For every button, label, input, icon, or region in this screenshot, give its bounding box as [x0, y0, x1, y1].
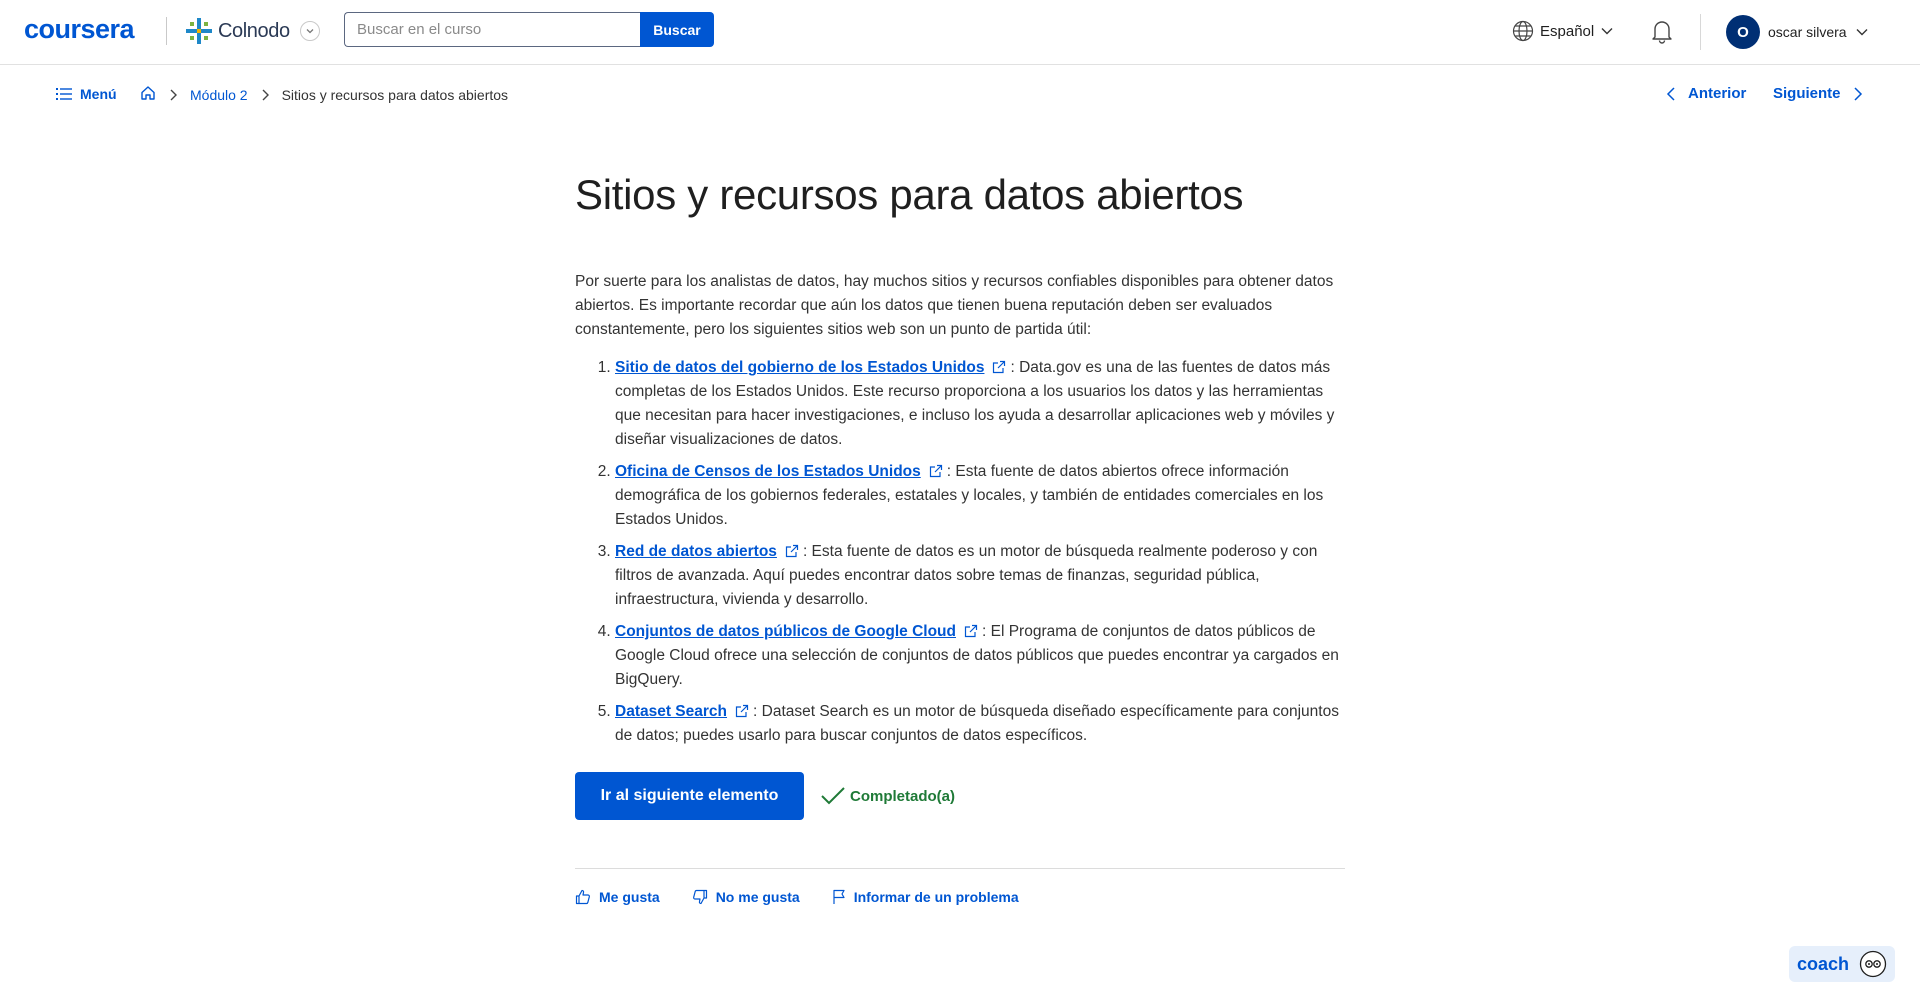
- sub-navigation: Menú Módulo 2 Sitios y recursos para dat…: [0, 64, 1920, 124]
- resource-list: Sitio de datos del gobierno de los Estad…: [575, 356, 1350, 748]
- list-item: Sitio de datos del gobierno de los Estad…: [615, 356, 1350, 452]
- home-icon[interactable]: [140, 85, 156, 104]
- chevron-right-icon: [260, 88, 270, 102]
- chevron-down-icon[interactable]: [299, 21, 320, 41]
- coach-label: coach: [1797, 953, 1850, 974]
- external-link-icon[interactable]: [929, 464, 943, 478]
- user-name: oscar silvera: [1768, 24, 1847, 40]
- like-label: Me gusta: [599, 889, 660, 906]
- next-label: Siguiente: [1773, 85, 1841, 102]
- item-actions: Ir al siguiente elemento Completado(a): [575, 772, 1350, 821]
- menu-label: Menú: [80, 86, 117, 102]
- external-link-icon[interactable]: [785, 544, 799, 558]
- feedback-bar: Me gusta No me gusta Informar de un prob…: [575, 889, 1350, 905]
- dislike-label: No me gusta: [715, 889, 800, 906]
- language-label: Español: [1540, 22, 1595, 40]
- breadcrumb: Módulo 2 Sitios y recursos para datos ab…: [140, 85, 508, 104]
- go-to-next-item-button[interactable]: Ir al siguiente elemento: [575, 772, 804, 821]
- notifications-bell-icon[interactable]: [1650, 18, 1674, 49]
- thumbs-down-icon: [692, 890, 707, 905]
- user-menu[interactable]: O oscar silvera: [1726, 15, 1869, 49]
- globe-icon: [1512, 20, 1534, 42]
- dislike-button[interactable]: No me gusta: [692, 889, 800, 905]
- external-link-icon[interactable]: [964, 624, 978, 638]
- search-button[interactable]: Buscar: [640, 12, 714, 47]
- list-item: Conjuntos de datos públicos de Google Cl…: [615, 620, 1350, 692]
- chevron-left-icon: [1666, 86, 1675, 101]
- list-item: Oficina de Censos de los Estados Unidos:…: [615, 460, 1350, 532]
- flag-icon: [833, 890, 845, 905]
- intro-paragraph: Por suerte para los analistas de datos, …: [575, 273, 1334, 339]
- resource-link-data-gov[interactable]: Sitio de datos del gobierno de los Estad…: [615, 359, 984, 376]
- coach-button[interactable]: coach: [1789, 946, 1895, 982]
- resource-link-census[interactable]: Oficina de Censos de los Estados Unidos: [615, 463, 921, 480]
- previous-item-link[interactable]: Anterior: [1666, 85, 1746, 102]
- report-problem-button[interactable]: Informar de un problema: [832, 889, 1019, 905]
- chevron-right-icon: [1853, 86, 1862, 101]
- chevron-right-icon: [168, 88, 178, 102]
- language-selector[interactable]: Español: [1512, 20, 1620, 42]
- list-item: Dataset Search: Dataset Search es un mot…: [615, 700, 1350, 748]
- breadcrumb-current: Sitios y recursos para datos abiertos: [281, 86, 509, 103]
- search-input[interactable]: [344, 12, 640, 47]
- next-item-link[interactable]: Siguiente: [1773, 85, 1863, 102]
- top-header: coursera Colnodo Buscar Español: [0, 0, 1920, 65]
- list-menu-icon: [56, 88, 72, 100]
- completed-label: Completado(a): [850, 787, 955, 805]
- partner-name: Colnodo: [218, 19, 290, 42]
- header-divider: [1700, 14, 1701, 50]
- divider: [575, 868, 1345, 870]
- partner-switcher[interactable]: Colnodo: [184, 16, 320, 46]
- coursera-logo[interactable]: coursera: [24, 14, 135, 45]
- completed-status: Completado(a): [820, 785, 955, 807]
- course-search: Buscar: [344, 12, 714, 47]
- checkmark-icon: [821, 787, 845, 805]
- breadcrumb-module-link[interactable]: Módulo 2: [190, 87, 248, 103]
- logo-divider: [166, 17, 167, 45]
- chevron-down-icon: [1601, 28, 1613, 35]
- page-title: Sitios y recursos para datos abiertos: [575, 171, 1244, 218]
- report-label: Informar de un problema: [853, 889, 1019, 906]
- chevron-down-icon: [1856, 29, 1868, 36]
- thumbs-up-icon: [575, 890, 590, 905]
- resource-link-google-cloud[interactable]: Conjuntos de datos públicos de Google Cl…: [615, 623, 956, 640]
- list-item: Red de datos abiertos: Esta fuente de da…: [615, 540, 1350, 612]
- resource-link-open-data-network[interactable]: Red de datos abiertos: [615, 543, 777, 560]
- external-link-icon[interactable]: [992, 360, 1006, 374]
- avatar: O: [1726, 15, 1760, 49]
- previous-label: Anterior: [1688, 85, 1747, 102]
- menu-button[interactable]: Menú: [56, 86, 117, 102]
- like-button[interactable]: Me gusta: [575, 889, 660, 905]
- external-link-icon[interactable]: [735, 704, 749, 718]
- colnodo-logo-icon: [186, 18, 212, 44]
- reading-content: Sitios y recursos para datos abiertos Po…: [575, 170, 1350, 905]
- coach-owl-icon: [1859, 950, 1887, 978]
- resource-link-dataset-search[interactable]: Dataset Search: [615, 703, 727, 720]
